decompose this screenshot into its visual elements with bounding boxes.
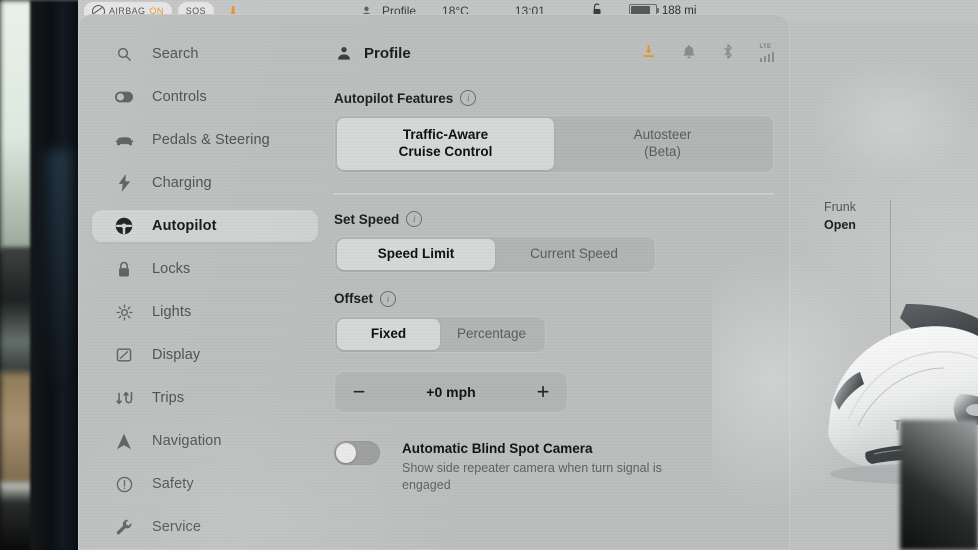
car-front-icon: [114, 134, 134, 147]
autopilot-features-segmented-control: Traffic-Aware Cruise Control Autosteer (…: [334, 115, 774, 173]
settings-card: Search Controls Pedals & Steering Chargi…: [78, 14, 790, 550]
search-icon: [114, 46, 134, 62]
sidebar-item-label: Lights: [152, 304, 192, 320]
exclamation-circle-icon: [114, 476, 134, 493]
page-title-label: Profile: [364, 44, 411, 62]
sidebar-item-label: Search: [152, 46, 199, 62]
trips-arrows-icon: [114, 390, 134, 406]
sidebar-item-search[interactable]: Search: [92, 38, 318, 70]
automatic-blind-spot-camera-toggle[interactable]: [334, 440, 380, 465]
sidebar-item-label: Navigation: [152, 433, 222, 449]
lightning-bolt-icon: [114, 174, 134, 192]
sidebar-item-label: Controls: [152, 89, 207, 105]
sidebar-item-service[interactable]: Service: [92, 511, 318, 543]
sidebar-item-pedals-and-steering[interactable]: Pedals & Steering: [92, 124, 318, 156]
decrement-button[interactable]: −: [350, 380, 368, 403]
set-speed-segmented-control: Speed Limit Current Speed: [334, 236, 656, 273]
pane-status-icons: LTE: [641, 43, 774, 63]
sidebar-item-label: Pedals & Steering: [152, 132, 270, 148]
lower-right-shadow: [900, 420, 978, 550]
software-update-download-icon[interactable]: [641, 44, 656, 62]
segment-label-line1: Traffic-Aware: [402, 127, 489, 143]
display-screen-icon: [114, 347, 134, 363]
offset-value: +0 mph: [426, 383, 476, 400]
section-set-speed: Set Speed i Speed Limit Current Speed: [334, 211, 656, 273]
sidebar-item-navigation[interactable]: Navigation: [92, 425, 318, 457]
segment-fixed[interactable]: Fixed: [337, 318, 440, 350]
frunk-label: Frunk: [824, 200, 856, 214]
automatic-blind-spot-camera-row: Automatic Blind Spot Camera Show side re…: [334, 440, 774, 494]
padlock-icon: [114, 261, 134, 278]
settings-content-pane: Profile LTE Autopilot Features i Traffic…: [334, 38, 774, 494]
sidebar-item-safety[interactable]: Safety: [92, 468, 318, 500]
sidebar-item-label: Locks: [152, 261, 191, 277]
segment-label: Speed Limit: [377, 246, 455, 261]
offset-stepper: − +0 mph +: [334, 370, 568, 413]
toggle-subtitle: Show side repeater camera when turn sign…: [402, 460, 662, 492]
segment-speed-limit[interactable]: Speed Limit: [337, 239, 495, 270]
lte-label: LTE: [759, 43, 772, 50]
sidebar-item-locks[interactable]: Locks: [92, 253, 318, 285]
section-offset: Offset i Fixed Percentage: [334, 290, 546, 353]
tesla-touchscreen: AIRBAG ON SOS ⬇ Profile 18°C 13:01 188 m…: [78, 0, 978, 550]
segment-label-line2: (Beta): [644, 144, 681, 159]
segment-label-line2: Cruise Control: [398, 144, 493, 159]
sidebar-item-label: Service: [152, 519, 202, 535]
section-title: Offset: [334, 291, 374, 307]
frunk-state: Open: [824, 218, 856, 233]
sidebar-item-display[interactable]: Display: [92, 339, 318, 371]
sidebar-item-controls[interactable]: Controls: [92, 81, 318, 113]
sidebar-item-label: Charging: [152, 175, 212, 191]
increment-button[interactable]: +: [534, 380, 552, 403]
sidebar-item-label: Safety: [152, 476, 194, 492]
segment-autosteer-beta[interactable]: Autosteer (Beta): [554, 118, 771, 170]
info-icon[interactable]: i: [406, 211, 423, 227]
toggle-text-block: Automatic Blind Spot Camera Show side re…: [402, 441, 712, 494]
sidebar-item-lights[interactable]: Lights: [92, 296, 318, 328]
section-header: Set Speed i: [334, 211, 656, 227]
segment-label-line1: Autosteer: [633, 127, 692, 143]
pane-header: Profile LTE: [334, 38, 774, 68]
sun-brightness-icon: [114, 303, 134, 321]
offset-segmented-control: Fixed Percentage: [334, 315, 546, 353]
page-title: Profile: [334, 45, 411, 62]
sidebar-item-label: Trips: [152, 390, 185, 406]
segment-current-speed[interactable]: Current Speed: [495, 239, 653, 270]
lte-signal-icon[interactable]: LTE: [759, 43, 774, 62]
steering-wheel-icon: [114, 217, 134, 235]
navigation-arrow-icon: [114, 433, 134, 450]
bluetooth-icon[interactable]: [722, 43, 734, 63]
segment-label: Fixed: [370, 325, 407, 341]
sidebar-item-label: Display: [152, 347, 201, 363]
sidebar-item-autopilot[interactable]: Autopilot: [92, 210, 318, 242]
segment-percentage[interactable]: Percentage: [440, 319, 543, 350]
section-header: Offset i: [334, 290, 546, 307]
settings-sidebar: Search Controls Pedals & Steering Chargi…: [92, 38, 318, 550]
toggle-title: Automatic Blind Spot Camera: [402, 440, 593, 456]
toggle-switch-icon: [114, 91, 134, 103]
sidebar-item-label: Autopilot: [152, 218, 217, 234]
section-title: Set Speed: [334, 211, 400, 227]
info-icon[interactable]: i: [380, 290, 397, 307]
section-header: Autopilot Features i: [334, 90, 774, 106]
section-divider: [334, 193, 774, 195]
section-autopilot-features: Autopilot Features i Traffic-Aware Cruis…: [334, 90, 774, 173]
toggle-knob: [336, 442, 356, 463]
info-icon[interactable]: i: [460, 90, 477, 106]
bezel-glare: [46, 150, 72, 380]
section-title: Autopilot Features: [334, 90, 454, 106]
sidebar-item-charging[interactable]: Charging: [92, 167, 318, 199]
person-icon: [334, 45, 354, 61]
segment-traffic-aware-cruise-control[interactable]: Traffic-Aware Cruise Control: [337, 118, 554, 170]
segment-label: Percentage: [456, 325, 527, 341]
wrench-icon: [114, 519, 134, 536]
sidebar-item-trips[interactable]: Trips: [92, 382, 318, 414]
notification-bell-icon[interactable]: [682, 44, 696, 63]
frunk-status-label: Frunk Open: [824, 198, 856, 234]
segment-label: Current Speed: [530, 246, 618, 261]
